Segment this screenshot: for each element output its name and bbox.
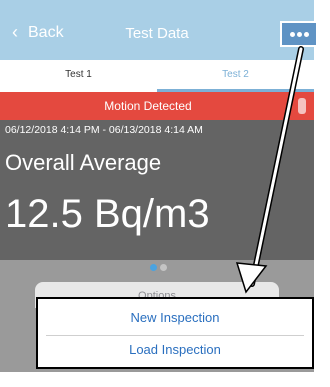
motion-alert-banner: Motion Detected: [0, 92, 314, 120]
more-dots-icon: [297, 32, 302, 37]
person-icon: [298, 98, 306, 114]
average-value: 12.5 Bq/m3: [5, 192, 210, 236]
page-indicator: [0, 260, 314, 276]
load-inspection-button[interactable]: Load Inspection: [38, 335, 312, 365]
alert-text: Motion Detected: [104, 99, 192, 113]
more-dots-icon: [290, 32, 295, 37]
navigation-bar: ‹ Back Test Data: [0, 0, 314, 60]
page-dot-active[interactable]: [150, 264, 157, 271]
more-options-button[interactable]: [280, 21, 318, 47]
page-title: Test Data: [125, 25, 189, 42]
date-range: 06/12/2018 4:14 PM - 06/13/2018 4:14 AM: [5, 124, 203, 136]
average-label: Overall Average: [5, 150, 162, 175]
tab-bar: Test 1 Test 2: [0, 60, 314, 92]
tab-test-2[interactable]: Test 2: [157, 69, 314, 80]
tab-test-1[interactable]: Test 1: [0, 69, 157, 80]
new-inspection-button[interactable]: New Inspection: [38, 303, 312, 333]
more-dots-icon: [304, 32, 309, 37]
test-data-panel: 06/12/2018 4:14 PM - 06/13/2018 4:14 AM …: [0, 120, 314, 260]
page-dot[interactable]: [160, 264, 167, 271]
options-highlight-box: New Inspection Load Inspection: [36, 297, 314, 369]
